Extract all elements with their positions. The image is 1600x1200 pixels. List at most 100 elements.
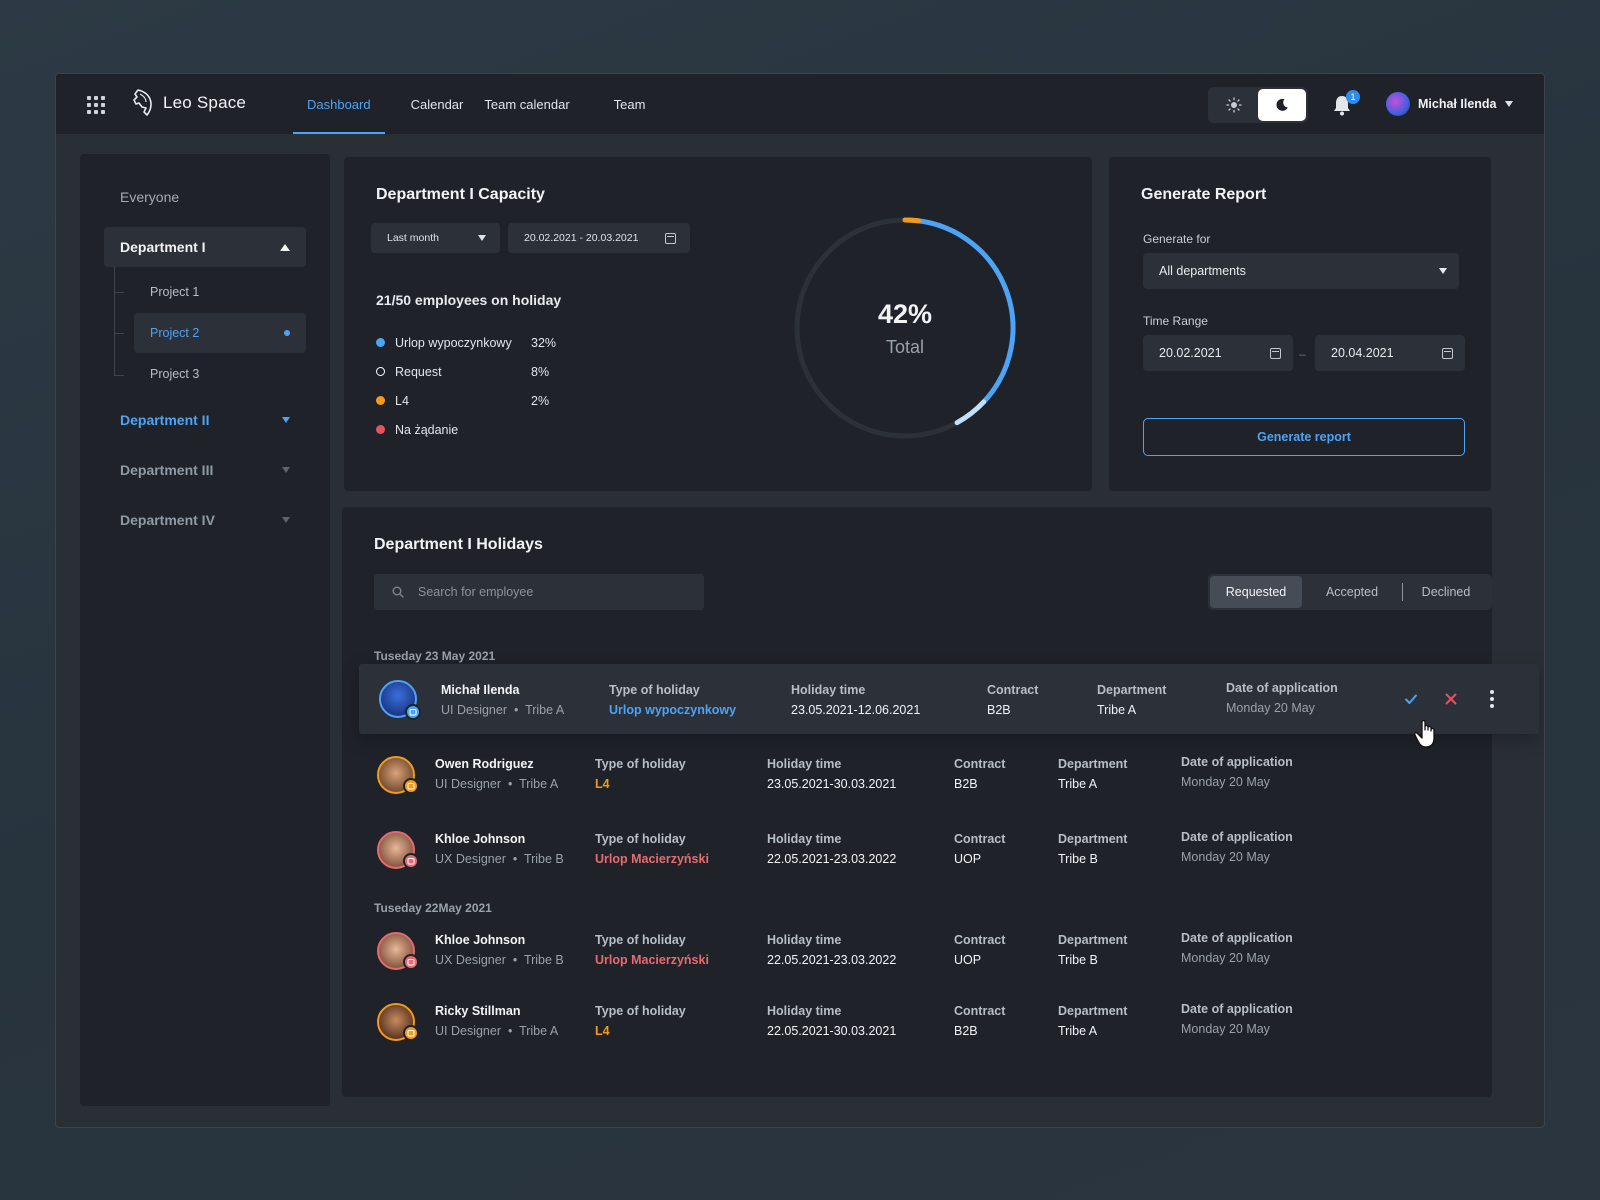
tree-tick [114,333,124,334]
legend-item: Request 8% [376,357,556,386]
holiday-time: 23.05.2021-30.03.2021 [767,777,897,791]
col-label: Holiday time [767,832,842,846]
legend-label: L4 [395,393,409,408]
sidebar-item-department-3[interactable]: Department III [104,450,306,490]
department-value: Tribe A [1058,777,1098,791]
nav-team-calendar[interactable]: Team calendar [470,74,583,134]
user-menu[interactable]: Michał Ilenda [1386,92,1513,116]
nav-dashboard[interactable]: Dashboard [293,74,385,134]
type-cell: Type of holiday L4 [595,757,686,791]
holiday-summary: 21/50 employees on holiday [376,292,562,308]
legend-dot-icon [376,367,385,376]
col-label: Contract [954,933,1006,947]
col-label: Holiday time [767,1004,842,1018]
sidebar-item-label: Project 2 [150,326,200,340]
type-cell: Type of holiday Urlop wypoczynkowy [609,683,736,717]
contract-cell: Contract UOP [954,832,1005,866]
holiday-type-badge-icon [405,704,421,720]
holiday-type: Urlop wypoczynkowy [609,703,737,717]
department-value: Tribe A [1097,703,1137,717]
col-label: Type of holiday [595,832,686,846]
to-date-field[interactable]: 20.04.2021 [1315,335,1465,371]
dark-mode-button[interactable] [1258,89,1306,121]
from-date-field[interactable]: 20.02.2021 [1143,335,1293,371]
date-range-picker[interactable]: 20.02.2021 - 20.03.2021 [508,223,690,253]
table-row[interactable]: Ricky Stillman UI Designer • Tribe A Typ… [359,987,1459,1057]
col-label: Contract [954,832,1006,846]
separator-dot: • [509,953,521,967]
sidebar-item-project-1[interactable]: Project 1 [134,272,306,312]
period-value: Last month [387,232,439,244]
table-row[interactable]: Michał Ilenda UI Designer • Tribe A Type… [359,664,1539,748]
table-row[interactable]: Khloe Johnson UX Designer • Tribe B Type… [359,916,1459,986]
col-label: Department [1058,933,1128,947]
contract-cell: Contract B2B [954,757,1005,791]
notification-badge: 1 [1346,90,1360,104]
generate-for-value: All departments [1159,264,1246,278]
holidays-title: Department I Holidays [374,536,543,553]
date-group-header: Tuseday 23 May 2021 [374,649,496,663]
search-input[interactable]: Search for employee [418,585,533,599]
sidebar: Everyone Department I Project 1 Project … [80,154,330,1106]
sidebar-item-project-2[interactable]: Project 2 [134,313,306,353]
legend-label: Na żądanie [395,422,459,437]
tab-declined[interactable]: Declined [1403,576,1489,608]
time-cell: Holiday time 22.05.2021-23.03.2022 [767,832,896,866]
legend-value: 2% [531,393,550,408]
employee-search[interactable]: Search for employee [374,574,704,610]
application-date: Monday 20 May [1181,951,1270,965]
table-row[interactable]: Khloe Johnson UX Designer • Tribe B Type… [359,815,1459,885]
app-logo[interactable]: Leo Space [131,88,246,118]
generate-report-button[interactable]: Generate report [1143,418,1465,456]
application-date: Monday 20 May [1181,1022,1270,1036]
sidebar-item-everyone[interactable]: Everyone [120,189,179,205]
moon-icon [1276,98,1288,111]
total-percentage: 42% [877,299,933,329]
sidebar-item-department-2[interactable]: Department II [104,400,306,440]
sidebar-item-department-4[interactable]: Department IV [104,500,306,540]
sidebar-item-label: Project 1 [150,285,200,299]
employee-name: Michał Ilenda [441,683,520,697]
close-icon[interactable] [1443,691,1459,707]
applied-cell: Date of application Monday 20 May [1181,755,1293,789]
check-icon[interactable] [1403,691,1419,707]
more-vertical-icon[interactable] [1489,689,1495,709]
separator-dot: • [504,777,516,791]
employee-cell: Khloe Johnson UX Designer • Tribe B [435,832,564,866]
contract-cell: Contract UOP [954,933,1005,967]
tab-accepted[interactable]: Accepted [1302,576,1402,608]
time-cell: Holiday time 22.05.2021-30.03.2021 [767,1004,896,1038]
department-value: Tribe B [1058,953,1098,967]
generate-for-select[interactable]: All departments [1143,253,1459,289]
holiday-type: Urlop Macierzyński [595,953,709,967]
col-label: Contract [954,1004,1006,1018]
employee-role: UI Designer [435,777,501,791]
calendar-icon [665,232,676,244]
legend-label: Urlop wypoczynkowy [395,335,512,350]
light-mode-button[interactable] [1210,89,1258,121]
sidebar-item-label: Department I [120,239,206,255]
nav-team[interactable]: Team [600,74,660,134]
sidebar-item-label: Department II [120,412,210,428]
holiday-type: L4 [595,777,610,791]
time-cell: Holiday time 23.05.2021-12.06.2021 [791,683,920,717]
range-separator: – [1299,347,1306,361]
to-date-value: 20.04.2021 [1331,346,1394,360]
time-cell: Holiday time 22.05.2021-23.03.2022 [767,933,896,967]
sun-icon [1226,97,1242,113]
sidebar-item-project-3[interactable]: Project 3 [134,354,306,394]
contract-cell: Contract B2B [987,683,1038,717]
table-row[interactable]: Owen Rodriguez UI Designer • Tribe A Typ… [359,740,1459,810]
tree-tick [114,292,124,293]
active-dot-icon [284,330,290,336]
holiday-type-badge-icon [403,1025,419,1041]
sidebar-item-label: Department III [120,462,214,478]
apps-grid-icon[interactable] [87,96,105,114]
nav-calendar[interactable]: Calendar [397,74,478,134]
tab-requested[interactable]: Requested [1210,576,1302,608]
period-select[interactable]: Last month [371,223,500,253]
sidebar-item-department-1[interactable]: Department I [104,227,306,267]
department-value: Tribe A [1058,1024,1098,1038]
contract-value: UOP [954,852,982,866]
employee-tribe: Tribe B [523,953,564,967]
